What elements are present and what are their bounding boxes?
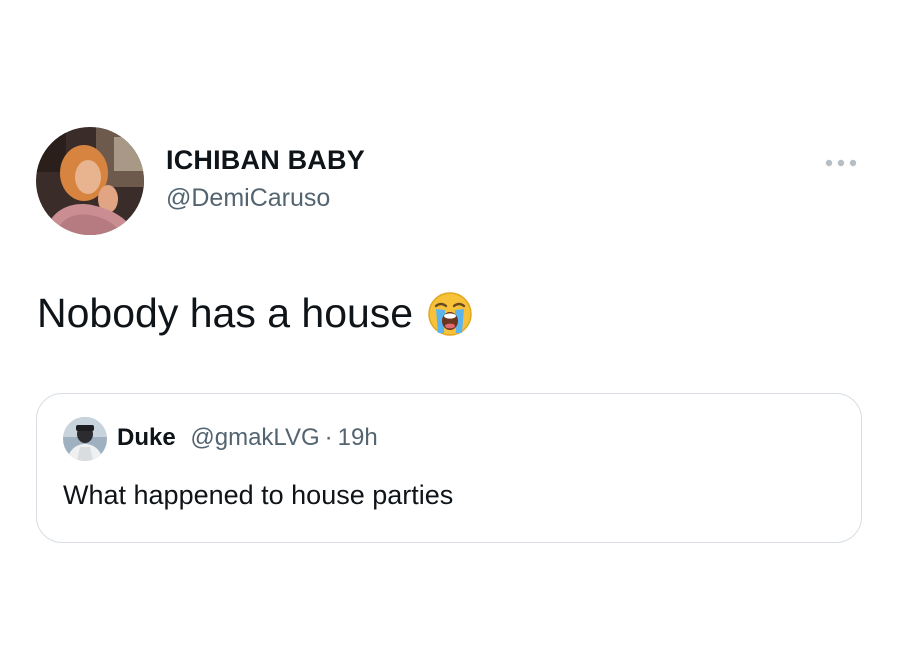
loudly-crying-face-icon [427, 291, 473, 337]
tweet-text: Nobody has a house [37, 290, 414, 336]
author-avatar[interactable] [36, 127, 144, 235]
quoted-author-handle[interactable]: @gmakLVG [190, 424, 319, 451]
author-display-name[interactable]: ICHIBAN BABY [166, 145, 365, 176]
quoted-tweet-text: What happened to house parties [63, 480, 454, 510]
more-options-button[interactable] [818, 150, 864, 176]
quoted-author-avatar[interactable] [63, 417, 107, 461]
tweet: ICHIBAN BABY @DemiCaruso Nobody has a ho… [0, 0, 900, 648]
quoted-tweet-header: Duke @gmakLVG · 19h [117, 424, 378, 452]
more-horizontal-icon [825, 159, 857, 167]
quoted-author-display-name[interactable]: Duke [117, 424, 176, 451]
separator-dot: · [324, 424, 333, 451]
tweet-body: Nobody has a house [37, 290, 473, 337]
author-handle[interactable]: @DemiCaruso [166, 184, 330, 213]
quoted-tweet-card[interactable]: Duke @gmakLVG · 19h What happened to house… [36, 393, 862, 543]
quoted-tweet-timestamp[interactable]: 19h [338, 424, 378, 451]
